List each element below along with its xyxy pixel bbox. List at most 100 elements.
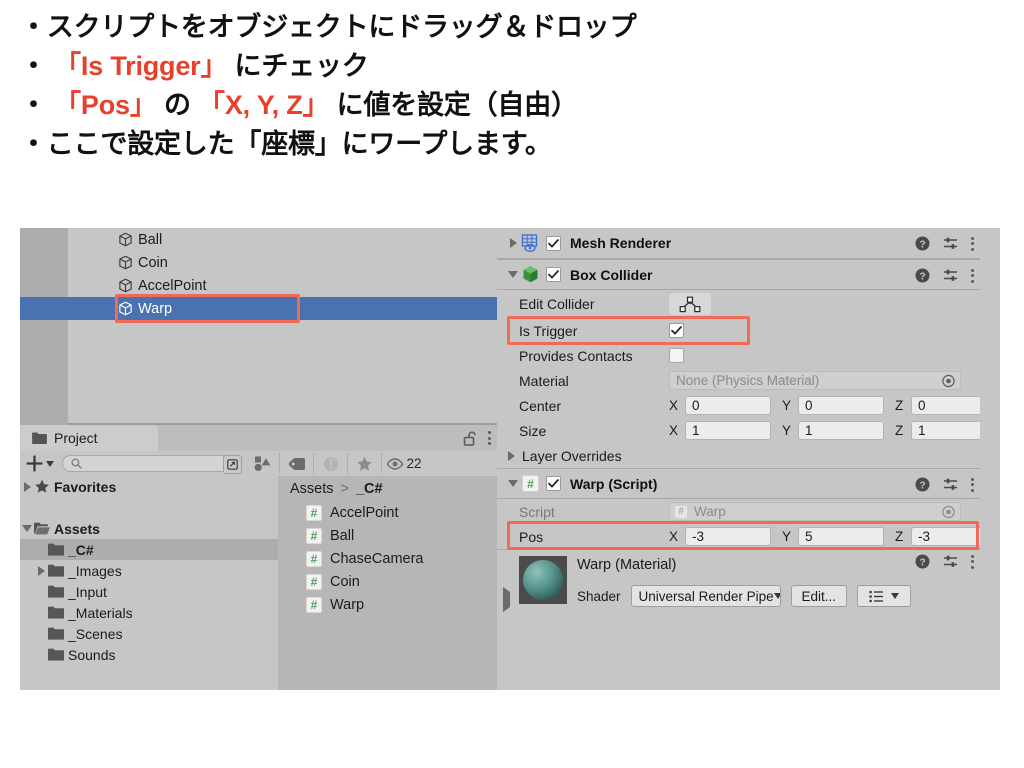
enabled-checkbox-mesh-renderer[interactable]: [546, 235, 561, 251]
label-is-trigger: Is Trigger: [519, 322, 578, 339]
hierarchy-item-ball[interactable]: Ball: [68, 228, 497, 251]
hierarchy-panel: Ball Coin AccelPoint Warp: [20, 228, 497, 425]
label-filter-icon[interactable]: [280, 453, 314, 474]
edit-shader-button[interactable]: Edit...: [790, 585, 848, 607]
foldout-arrow-expanded-icon[interactable]: [20, 525, 34, 532]
provides-contacts-checkbox[interactable]: [669, 348, 684, 363]
asset-item-label: Ball: [330, 527, 355, 544]
warning-filter-icon[interactable]: [314, 453, 348, 474]
help-icon[interactable]: ?: [915, 268, 930, 283]
foldout-arrow-collapsed-icon[interactable]: [34, 565, 48, 576]
hierarchy-item-accelpoint[interactable]: AccelPoint: [68, 274, 497, 297]
help-icon[interactable]: ?: [915, 477, 930, 492]
hierarchy-list[interactable]: Ball Coin AccelPoint Warp: [68, 228, 497, 425]
component-header-mesh-renderer[interactable]: Mesh Renderer ?: [497, 228, 980, 259]
hierarchy-item-coin[interactable]: Coin: [68, 251, 497, 274]
asset-item-label: Warp: [330, 596, 365, 613]
folder-tree-item-input[interactable]: _Input: [20, 581, 278, 602]
bullet-3-segment-5: に値を設定（自由）: [329, 90, 578, 120]
search-expand-icon[interactable]: [223, 455, 242, 474]
asset-item-coin[interactable]: # Coin: [278, 570, 497, 593]
kebab-menu-icon[interactable]: [971, 477, 974, 492]
script-object-field[interactable]: # Warp: [669, 502, 961, 521]
search-input[interactable]: [62, 455, 242, 474]
folder-tree-item-images[interactable]: _Images: [20, 560, 278, 581]
kebab-menu-icon[interactable]: [971, 236, 974, 251]
chevron-down-icon: [773, 593, 780, 599]
hierarchy-item-warp[interactable]: Warp: [68, 297, 497, 320]
preset-icon[interactable]: [943, 477, 958, 492]
tab-project[interactable]: Project: [20, 425, 158, 451]
preset-icon[interactable]: [943, 268, 958, 283]
object-picker-icon[interactable]: [942, 374, 955, 387]
preset-list-icon: [869, 590, 884, 602]
shader-dropdown[interactable]: Universal Render Pipe: [630, 585, 781, 607]
folder-tree-item-materials[interactable]: _Materials: [20, 602, 278, 623]
shader-preset-dropdown[interactable]: [857, 585, 912, 607]
center-z-input[interactable]: 0: [911, 396, 980, 415]
folder-tree-item-c[interactable]: _C#: [20, 539, 278, 560]
size-x-input[interactable]: 1: [685, 421, 771, 440]
object-picker-icon[interactable]: [942, 505, 955, 518]
csharp-script-icon: #: [521, 474, 540, 493]
folder-tree-label: _C#: [68, 541, 94, 558]
asset-item-warp[interactable]: # Warp: [278, 593, 497, 616]
visibility-count: 22: [406, 456, 422, 471]
kebab-menu-icon[interactable]: [971, 554, 974, 569]
axis-label-z: Z: [895, 423, 904, 438]
open-padlock-icon[interactable]: [463, 430, 476, 446]
help-icon[interactable]: ?: [915, 236, 930, 251]
row-layer-overrides[interactable]: Layer Overrides: [497, 443, 980, 468]
foldout-arrow-collapsed-icon[interactable]: [503, 450, 519, 461]
folder-tree-item-spacer: [20, 497, 278, 518]
size-z-input[interactable]: 1: [911, 421, 980, 440]
component-header-warp-script[interactable]: # Warp (Script) ?: [497, 468, 980, 499]
edit-collider-button[interactable]: [669, 293, 711, 315]
pos-z-input[interactable]: -3: [911, 527, 980, 546]
foldout-arrow-expanded-icon[interactable]: [505, 271, 521, 278]
help-icon[interactable]: ?: [915, 554, 930, 569]
axis-label-y: Y: [782, 398, 792, 413]
breadcrumb-root[interactable]: Assets: [290, 481, 334, 497]
foldout-arrow-collapsed-icon[interactable]: [503, 587, 510, 612]
pos-x-input[interactable]: -3: [685, 527, 771, 546]
kebab-menu-icon[interactable]: [488, 431, 491, 445]
center-y-input[interactable]: 0: [798, 396, 884, 415]
asset-item-chasecamera[interactable]: # ChaseCamera: [278, 547, 497, 570]
enabled-checkbox-warp-script[interactable]: [546, 476, 561, 491]
folder-tree-item-scenes[interactable]: _Scenes: [20, 623, 278, 644]
component-title-mesh-renderer: Mesh Renderer: [570, 235, 672, 251]
bullet-3-segment-4: 「X, Y, Z」: [198, 90, 330, 120]
foldout-arrow-expanded-icon[interactable]: [505, 480, 521, 487]
hierarchy-item-label: Ball: [138, 231, 163, 248]
asset-item-accelpoint[interactable]: # AccelPoint: [278, 501, 497, 524]
csharp-script-icon: #: [306, 550, 322, 567]
preset-icon[interactable]: [943, 236, 958, 251]
project-folder-tree[interactable]: Favorites Assets _C# _Images _Input _Material…: [20, 476, 278, 690]
foldout-arrow-collapsed-icon[interactable]: [505, 238, 521, 248]
bullet-2-segment-3: にチェック: [227, 51, 369, 81]
visibility-count-button[interactable]: 22: [382, 453, 426, 474]
object-type-filter-icon[interactable]: [246, 453, 280, 474]
folder-tree-item-assets[interactable]: Assets: [20, 518, 278, 539]
center-x-input[interactable]: 0: [685, 396, 771, 415]
is-trigger-checkbox[interactable]: [669, 323, 684, 338]
favorites-star-icon[interactable]: [348, 453, 382, 474]
folder-tree-label: _Input: [68, 583, 107, 600]
enabled-checkbox-box-collider[interactable]: [546, 267, 561, 282]
folder-tree-label: Favorites: [54, 478, 117, 495]
add-asset-button[interactable]: [26, 455, 54, 472]
pos-y-input[interactable]: 5: [798, 527, 884, 546]
shader-value: Universal Render Pipe: [638, 588, 774, 604]
asset-list[interactable]: # AccelPoint # Ball # ChaseCamera # Coin # Warp: [278, 501, 497, 616]
foldout-arrow-collapsed-icon[interactable]: [20, 481, 34, 492]
material-object-field[interactable]: None (Physics Material): [669, 371, 961, 390]
folder-tree-item-sounds[interactable]: Sounds: [20, 644, 278, 665]
folder-tree-item-favorites[interactable]: Favorites: [20, 476, 278, 497]
component-header-box-collider[interactable]: Box Collider ?: [497, 259, 980, 290]
component-header-actions: ?: [915, 469, 974, 500]
kebab-menu-icon[interactable]: [971, 268, 974, 283]
size-y-input[interactable]: 1: [798, 421, 884, 440]
asset-item-ball[interactable]: # Ball: [278, 524, 497, 547]
preset-icon[interactable]: [943, 554, 958, 569]
